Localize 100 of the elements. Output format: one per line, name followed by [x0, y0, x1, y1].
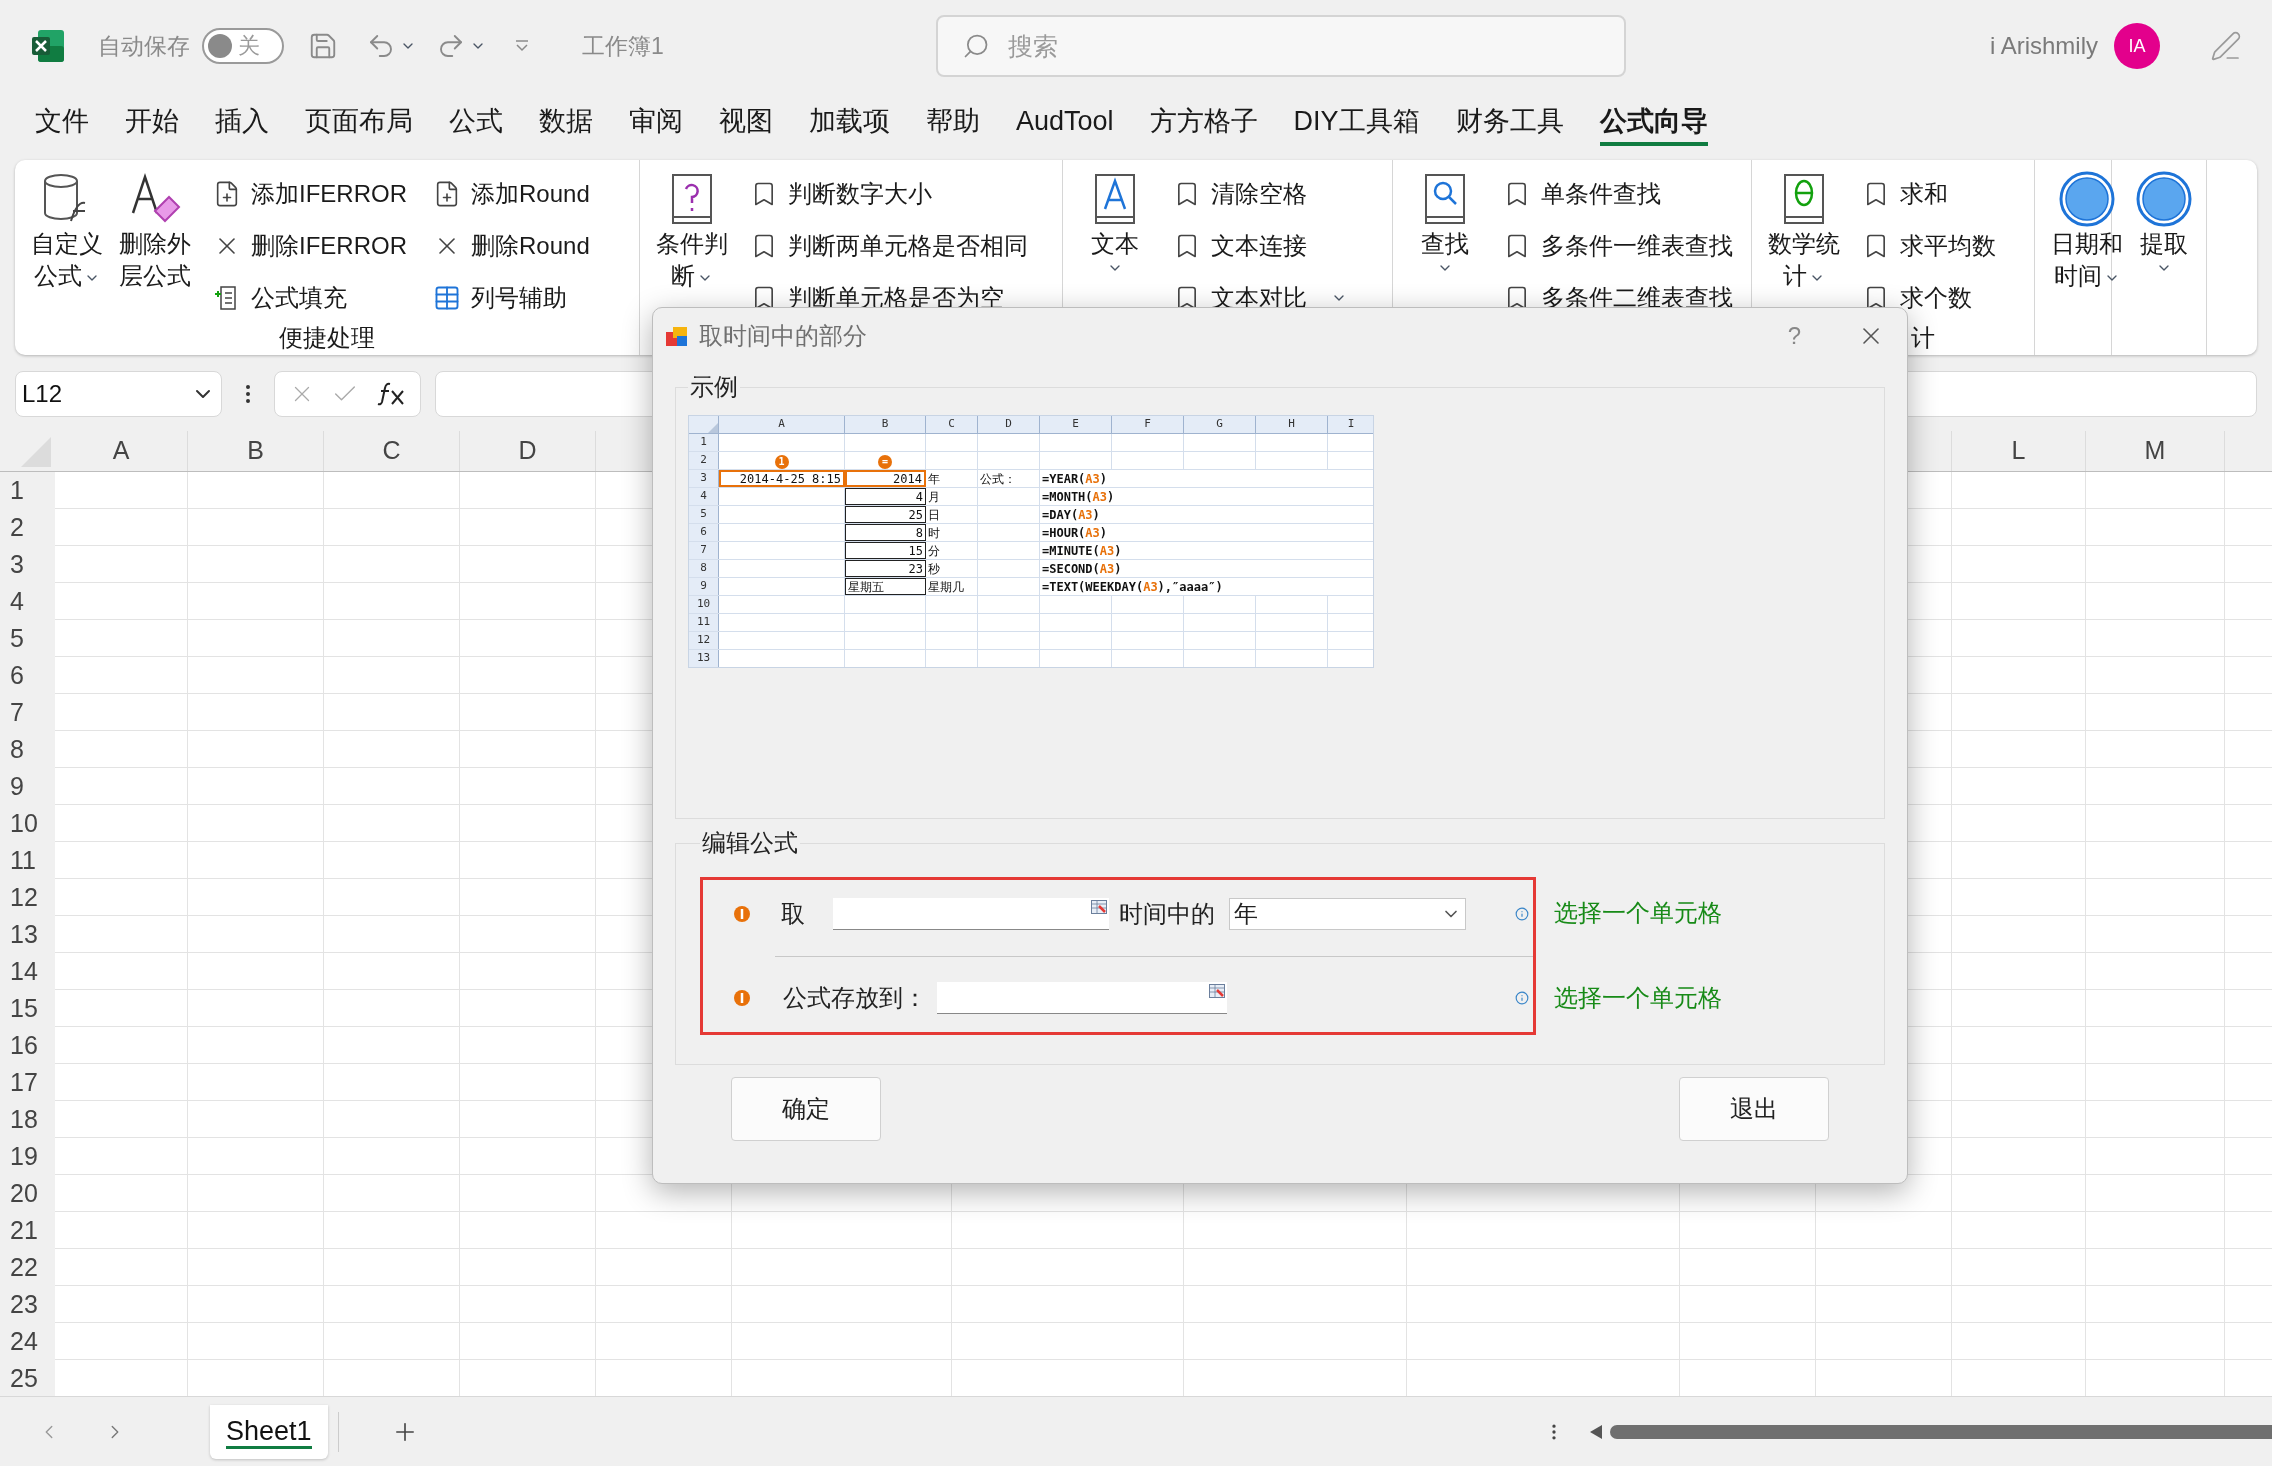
column-header[interactable]: M [2086, 431, 2225, 471]
document-search-icon [1423, 173, 1467, 225]
row-header[interactable]: 10 [0, 805, 55, 842]
column-header[interactable]: A [55, 431, 188, 471]
dialog-button[interactable]: 确定 [731, 1077, 881, 1141]
menu-tab[interactable]: 公式 [449, 100, 503, 146]
save-icon[interactable] [308, 31, 338, 61]
row-header: 8 [689, 560, 719, 577]
ribbon-button[interactable]: 删除IFERROR [213, 220, 413, 272]
menu-tab[interactable]: 公式向导 [1599, 100, 1708, 146]
row-header[interactable]: 24 [0, 1323, 55, 1360]
menu-tab[interactable]: AudTool [1016, 100, 1114, 146]
menu-tab[interactable]: 视图 [719, 100, 773, 146]
row-header: 13 [689, 650, 719, 667]
row-header[interactable]: 15 [0, 990, 55, 1027]
menu-tab[interactable]: 数据 [539, 100, 593, 146]
row-header[interactable]: 22 [0, 1249, 55, 1286]
row-header[interactable]: 14 [0, 953, 55, 990]
column-header[interactable]: D [460, 431, 596, 471]
customize-icon[interactable] [514, 39, 530, 53]
dropdown-field[interactable]: 年 [1229, 897, 1466, 930]
ribbon-button[interactable]: 文本连接 [1173, 220, 1353, 272]
user-avatar[interactable]: IA [2114, 23, 2160, 69]
menu-tab[interactable]: DIY工具箱 [1293, 100, 1420, 146]
row-header[interactable]: 12 [0, 879, 55, 916]
row-header[interactable]: 8 [0, 731, 55, 768]
column-header[interactable]: C [324, 431, 460, 471]
range-select-icon[interactable] [1209, 984, 1225, 999]
row-header[interactable]: 16 [0, 1027, 55, 1064]
menu-tab[interactable]: 审阅 [629, 100, 683, 146]
name-box[interactable]: L12 [15, 371, 222, 417]
input-field[interactable] [833, 897, 1109, 930]
ribbon-button[interactable]: 多条件一维表查找 [1503, 220, 1739, 272]
search-field[interactable]: 搜索 [935, 15, 1626, 77]
ribbon-button[interactable]: 判断数字大小 [750, 168, 1034, 220]
menu-tab[interactable]: 插入 [215, 100, 269, 146]
menu-tab[interactable]: 财务工具 [1455, 100, 1564, 146]
ribbon-large-button[interactable]: 删除外层公式 [117, 160, 193, 324]
step-marker: = [878, 455, 892, 469]
row-header[interactable]: 13 [0, 916, 55, 953]
pen-icon[interactable] [2210, 30, 2242, 62]
row-header[interactable]: 21 [0, 1212, 55, 1249]
dialog-button[interactable]: 退出 [1679, 1077, 1829, 1141]
ribbon-button[interactable]: 列号辅助 [433, 272, 596, 324]
ribbon-button[interactable]: 添加IFERROR [213, 168, 413, 220]
row-header: 4 [689, 488, 719, 505]
row-header[interactable]: 4 [0, 583, 55, 620]
row-header[interactable]: 6 [0, 657, 55, 694]
input-field[interactable] [937, 982, 1227, 1015]
formula-cell-text: =TEXT(WEEKDAY(A3),″aaaa″) [1041, 578, 1224, 595]
menu-tab[interactable]: 文件 [35, 100, 89, 146]
ribbon-button[interactable]: 清除空格 [1173, 168, 1353, 220]
row-header[interactable]: 18 [0, 1101, 55, 1138]
menu-tab[interactable]: 加载项 [809, 100, 890, 146]
section-title: 编辑公式 [701, 828, 799, 858]
row-header[interactable]: 20 [0, 1175, 55, 1212]
row-header[interactable]: 7 [0, 694, 55, 731]
document-icon [1782, 173, 1826, 225]
table-cell: 日 [926, 506, 978, 523]
row-header[interactable]: 3 [0, 546, 55, 583]
ribbon-button[interactable]: 求平均数 [1862, 220, 2002, 272]
row-header[interactable]: 11 [0, 842, 55, 879]
ribbon-button[interactable]: 求和 [1862, 168, 2002, 220]
ribbon-button[interactable]: 单条件查找 [1503, 168, 1739, 220]
row-header[interactable]: 1 [0, 472, 55, 509]
table-cell: 8 [845, 524, 926, 541]
range-select-icon[interactable] [1091, 899, 1107, 914]
menu-tab[interactable]: 开始 [125, 100, 179, 146]
column-header[interactable]: L [1952, 431, 2086, 471]
ribbon-button[interactable]: 删除Round [433, 220, 596, 272]
ribbon-large-button[interactable]: 查找 [1407, 160, 1483, 324]
ribbon-button[interactable]: 公式填充 [213, 272, 413, 324]
row-header[interactable]: 17 [0, 1064, 55, 1101]
column-header: G [1184, 416, 1256, 433]
ribbon-button[interactable]: 求个数 [1862, 272, 2002, 324]
scroll-left-icon[interactable] [1590, 1424, 1602, 1439]
sheet-tab[interactable]: Sheet1 [210, 1404, 328, 1459]
ribbon-button[interactable]: 添加Round [433, 168, 596, 220]
ribbon-large-button[interactable]: 自定义公式 [29, 160, 105, 324]
section-title: 示例 [689, 372, 739, 402]
row-header: 3 [689, 470, 719, 487]
ribbon-button[interactable]: 判断两单元格是否相同 [750, 220, 1034, 272]
row-header[interactable]: 9 [0, 768, 55, 805]
row-header[interactable]: 5 [0, 620, 55, 657]
menu-tab[interactable]: 帮助 [926, 100, 980, 146]
ribbon-large-button[interactable]: 日期和时间 [2049, 160, 2125, 319]
row-header[interactable]: 2 [0, 509, 55, 546]
menu-tab[interactable]: 页面布局 [305, 100, 413, 146]
row-header[interactable]: 23 [0, 1286, 55, 1323]
menu-tab[interactable]: 方方格子 [1149, 100, 1258, 146]
ribbon-large-button[interactable]: 提取 [2126, 160, 2202, 319]
horizontal-scrollbar[interactable] [1610, 1424, 2272, 1439]
function-icon[interactable] [375, 382, 406, 406]
row-header[interactable]: 19 [0, 1138, 55, 1175]
row-header[interactable]: 25 [0, 1360, 55, 1397]
row-header: 7 [689, 542, 719, 559]
row-header: 2 [689, 452, 719, 469]
app-logo-icon[interactable] [30, 28, 66, 64]
column-header[interactable]: B [188, 431, 324, 471]
group-label: 便捷处理 [279, 324, 375, 352]
